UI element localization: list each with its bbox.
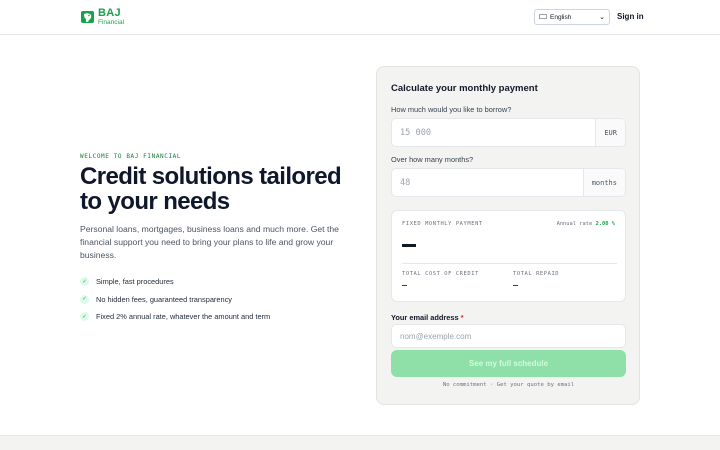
feature-text: No hidden fees, guaranteed transparency <box>96 294 232 304</box>
total-cost-label: TOTAL COST OF CREDIT <box>402 271 479 277</box>
monthly-payment-placeholder <box>402 244 416 247</box>
see-schedule-button[interactable]: See my full schedule <box>391 350 626 377</box>
hero-eyebrow: WELCOME TO BAJ FINANCIAL <box>80 153 182 160</box>
total-cost-placeholder <box>402 285 407 287</box>
months-input-group: 48 months <box>391 168 626 197</box>
brand-logo[interactable]: BAJ Financial <box>81 8 124 27</box>
required-mark: * <box>460 313 464 322</box>
fixed-payment-label: FIXED MONTHLY PAYMENT <box>402 221 483 227</box>
language-label: English <box>550 13 572 21</box>
annual-rate-value: 2.00 % <box>595 221 615 227</box>
calculator-title: Calculate your monthly payment <box>391 83 538 94</box>
hero-description: Personal loans, mortgages, business loan… <box>80 224 339 260</box>
months-label: Over how many months? <box>391 155 474 164</box>
flag-icon <box>539 14 547 20</box>
brand-subtitle: Financial <box>98 19 125 26</box>
chevron-down-icon: ⌄ <box>599 14 605 21</box>
result-divider <box>402 263 617 264</box>
footer-band <box>0 435 720 450</box>
top-navigation-bar: BAJ Financial English ⌄ Sign in <box>0 0 720 35</box>
feature-item: ✓ No hidden fees, guaranteed transparency <box>80 291 270 309</box>
check-icon: ✓ <box>80 294 89 304</box>
elephant-logo-icon <box>81 11 94 24</box>
amount-input[interactable]: 15 000 <box>392 119 595 146</box>
email-label: Your email address * <box>391 313 464 322</box>
signin-link[interactable]: Sign in <box>617 12 644 21</box>
amount-label: How much would you like to borrow? <box>391 105 512 114</box>
feature-item: ✓ Simple, fast procedures <box>80 273 270 291</box>
feature-text: Simple, fast procedures <box>96 277 174 287</box>
feature-list: ✓ Simple, fast procedures ✓ No hidden fees… <box>80 273 270 326</box>
amount-input-group: 15 000 EUR <box>391 118 626 147</box>
language-select-value: English <box>539 14 571 21</box>
no-commitment-note: No commitment · Get your quote by email <box>442 382 575 388</box>
annual-rate-label: Annual rate <box>556 221 593 227</box>
feature-item: ✓ Fixed 2% annual rate, whatever the amou… <box>80 308 270 326</box>
check-icon: ✓ <box>80 277 89 287</box>
months-input[interactable]: 48 <box>392 169 583 196</box>
payment-result-panel: FIXED MONTHLY PAYMENT Annual rate 2.00 %… <box>391 210 626 302</box>
annual-rate: Annual rate 2.00 % <box>557 221 615 227</box>
check-icon: ✓ <box>80 312 89 322</box>
months-unit: months <box>582 169 625 196</box>
amount-unit: EUR <box>595 119 625 146</box>
total-repaid-label: TOTAL REPAID <box>513 271 560 277</box>
hero-title: Credit solutions tailored to your needs <box>80 163 342 215</box>
email-label-text: Your email address <box>391 313 459 322</box>
feature-text: Fixed 2% annual rate, whatever the amoun… <box>96 312 271 322</box>
total-repaid-placeholder <box>513 285 518 287</box>
loan-calculator-card: Calculate your monthly payment How much … <box>376 66 640 405</box>
language-select[interactable]: English ⌄ <box>534 9 610 25</box>
email-input[interactable]: nom@exemple.com <box>391 324 626 348</box>
brand-name: BAJ <box>98 7 121 19</box>
